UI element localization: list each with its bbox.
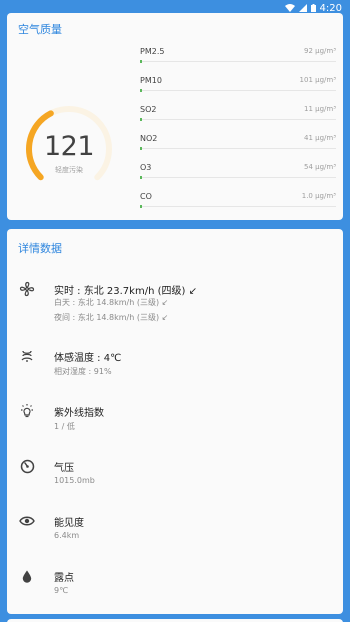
wind-night: 夜间 : 东北 14.8km/h (三级) ↙ <box>54 313 169 322</box>
pressure-label: 气压 <box>54 463 74 474</box>
details-card: 详情数据 实时 : 东北 23.7km/h (四级) ↙ 白天 : 东北 14.… <box>7 229 343 614</box>
dew-point-value: 9℃ <box>54 586 69 595</box>
air-quality-card: 空气质量 121 轻度污染 PM2.5 92 μg/m³ PM10 101 μg… <box>7 13 343 220</box>
gauge-icon <box>18 457 36 475</box>
dew-point-label: 露点 <box>54 573 74 584</box>
aqi-level: 轻度污染 <box>55 166 83 174</box>
feels-like-temp: 体感温度 : 4℃ <box>54 353 122 364</box>
aqi-gauge: 121 轻度污染 <box>23 103 115 195</box>
pollutant-bar-fill <box>140 176 142 179</box>
pressure-value: 1015.0mb <box>54 476 95 485</box>
pollutant-bar <box>140 89 336 92</box>
relative-humidity: 相对湿度 : 91% <box>54 367 112 376</box>
feels-like-row: 体感温度 : 4℃ 相对湿度 : 91% <box>18 347 338 377</box>
battery-icon <box>310 4 316 12</box>
details-title: 详情数据 <box>18 242 62 255</box>
pollutant-bar-fill <box>140 89 142 92</box>
pollutant-row: PM10 101 μg/m³ <box>140 76 336 98</box>
pollutant-row: NO2 41 μg/m³ <box>140 134 336 156</box>
visibility-row: 能见度 6.4km <box>18 512 338 542</box>
pollutant-bar <box>140 147 336 150</box>
pollutant-bar <box>140 118 336 121</box>
feels-like-icon <box>18 347 36 365</box>
pollutant-value: 92 μg/m³ <box>303 47 336 55</box>
uv-row: 紫外线指数 1 / 低 <box>18 402 338 432</box>
pollutant-bar-fill <box>140 60 142 63</box>
wind-row: 实时 : 东北 23.7km/h (四级) ↙ 白天 : 东北 14.8km/h… <box>18 280 338 330</box>
pollutant-name: PM2.5 <box>140 47 165 56</box>
water-drop-icon <box>18 567 36 585</box>
pollutant-bar-fill <box>140 205 142 208</box>
pollutant-name: NO2 <box>140 134 158 143</box>
pollutant-value: 41 μg/m³ <box>303 134 336 142</box>
dew-point-row: 露点 9℃ <box>18 567 338 597</box>
pollutant-row: PM2.5 92 μg/m³ <box>140 47 336 69</box>
pollutant-value: 54 μg/m³ <box>303 163 336 171</box>
pollutant-bar <box>140 205 336 208</box>
pollutant-row: O3 54 μg/m³ <box>140 163 336 185</box>
pollutant-name: PM10 <box>140 76 162 85</box>
pressure-row: 气压 1015.0mb <box>18 457 338 487</box>
aqi-value: 121 <box>43 131 95 162</box>
pollutant-name: CO <box>140 192 152 201</box>
pollutant-value: 1.0 μg/m³ <box>301 192 336 200</box>
pollutant-row: CO 1.0 μg/m³ <box>140 192 336 214</box>
pollutant-bar-fill <box>140 118 142 121</box>
pollutant-name: O3 <box>140 163 152 172</box>
wind-day: 白天 : 东北 14.8km/h (三级) ↙ <box>54 298 169 307</box>
visibility-value: 6.4km <box>54 531 80 540</box>
pollutant-bar <box>140 60 336 63</box>
pollutant-value: 11 μg/m³ <box>303 105 336 113</box>
eye-icon <box>18 512 36 530</box>
uv-index-label: 紫外线指数 <box>54 408 104 419</box>
wifi-icon <box>284 4 295 12</box>
pollutant-value: 101 μg/m³ <box>299 76 336 84</box>
signal-icon <box>298 4 307 12</box>
fan-icon <box>18 280 36 298</box>
pollutant-name: SO2 <box>140 105 157 114</box>
pollutant-row: SO2 11 μg/m³ <box>140 105 336 127</box>
status-time: 4:20 <box>319 2 342 14</box>
uv-index-value: 1 / 低 <box>54 422 75 431</box>
visibility-label: 能见度 <box>54 518 84 529</box>
sun-icon <box>18 402 36 420</box>
pollutant-bar <box>140 176 336 179</box>
wind-realtime: 实时 : 东北 23.7km/h (四级) ↙ <box>54 286 197 297</box>
pollutant-bar-fill <box>140 147 142 150</box>
air-quality-title: 空气质量 <box>18 23 62 36</box>
